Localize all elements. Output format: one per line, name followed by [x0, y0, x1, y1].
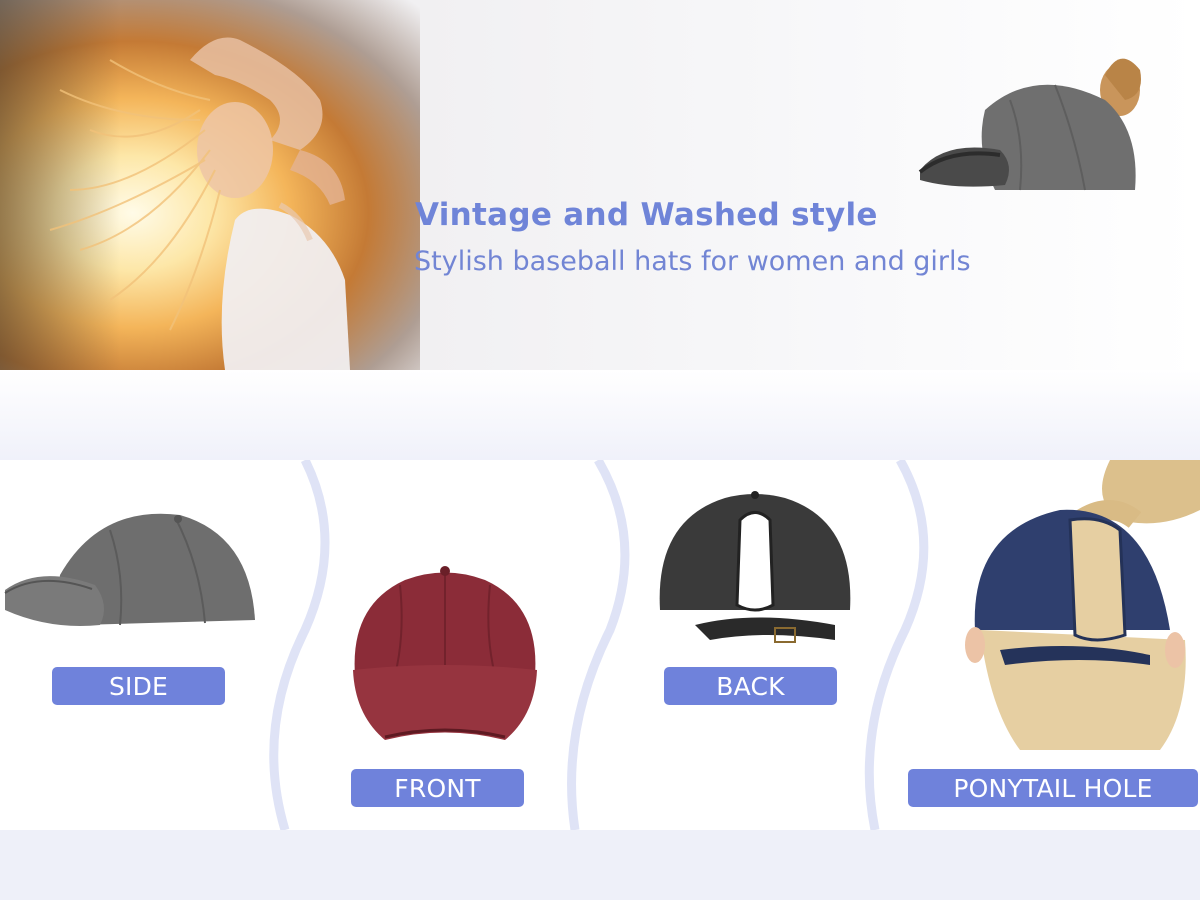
- label-ponytail-hole[interactable]: PONYTAIL HOLE: [908, 769, 1198, 807]
- hero-banner: Vintage and Washed style Stylish basebal…: [0, 0, 1200, 370]
- label-back[interactable]: BACK: [664, 667, 837, 705]
- woman-photo: [0, 0, 420, 370]
- red-cap-front-icon: [353, 566, 537, 740]
- banner-title: Vintage and Washed style: [415, 197, 878, 233]
- views-panel: SIDE FRONT BACK PONYTAIL HOLE: [0, 460, 1200, 830]
- label-side[interactable]: SIDE: [52, 667, 225, 705]
- black-cap-back-icon: [659, 491, 851, 643]
- spacer-band: [0, 370, 1200, 460]
- banner-subtitle: Stylish baseball hats for women and girl…: [414, 246, 971, 277]
- gray-cap-side-icon: [4, 513, 255, 626]
- gray-cap-ponytail-icon: [918, 58, 1141, 191]
- navy-cap-ponytail-model-icon: [965, 460, 1200, 750]
- bottom-band: [0, 830, 1200, 900]
- label-front[interactable]: FRONT: [351, 769, 524, 807]
